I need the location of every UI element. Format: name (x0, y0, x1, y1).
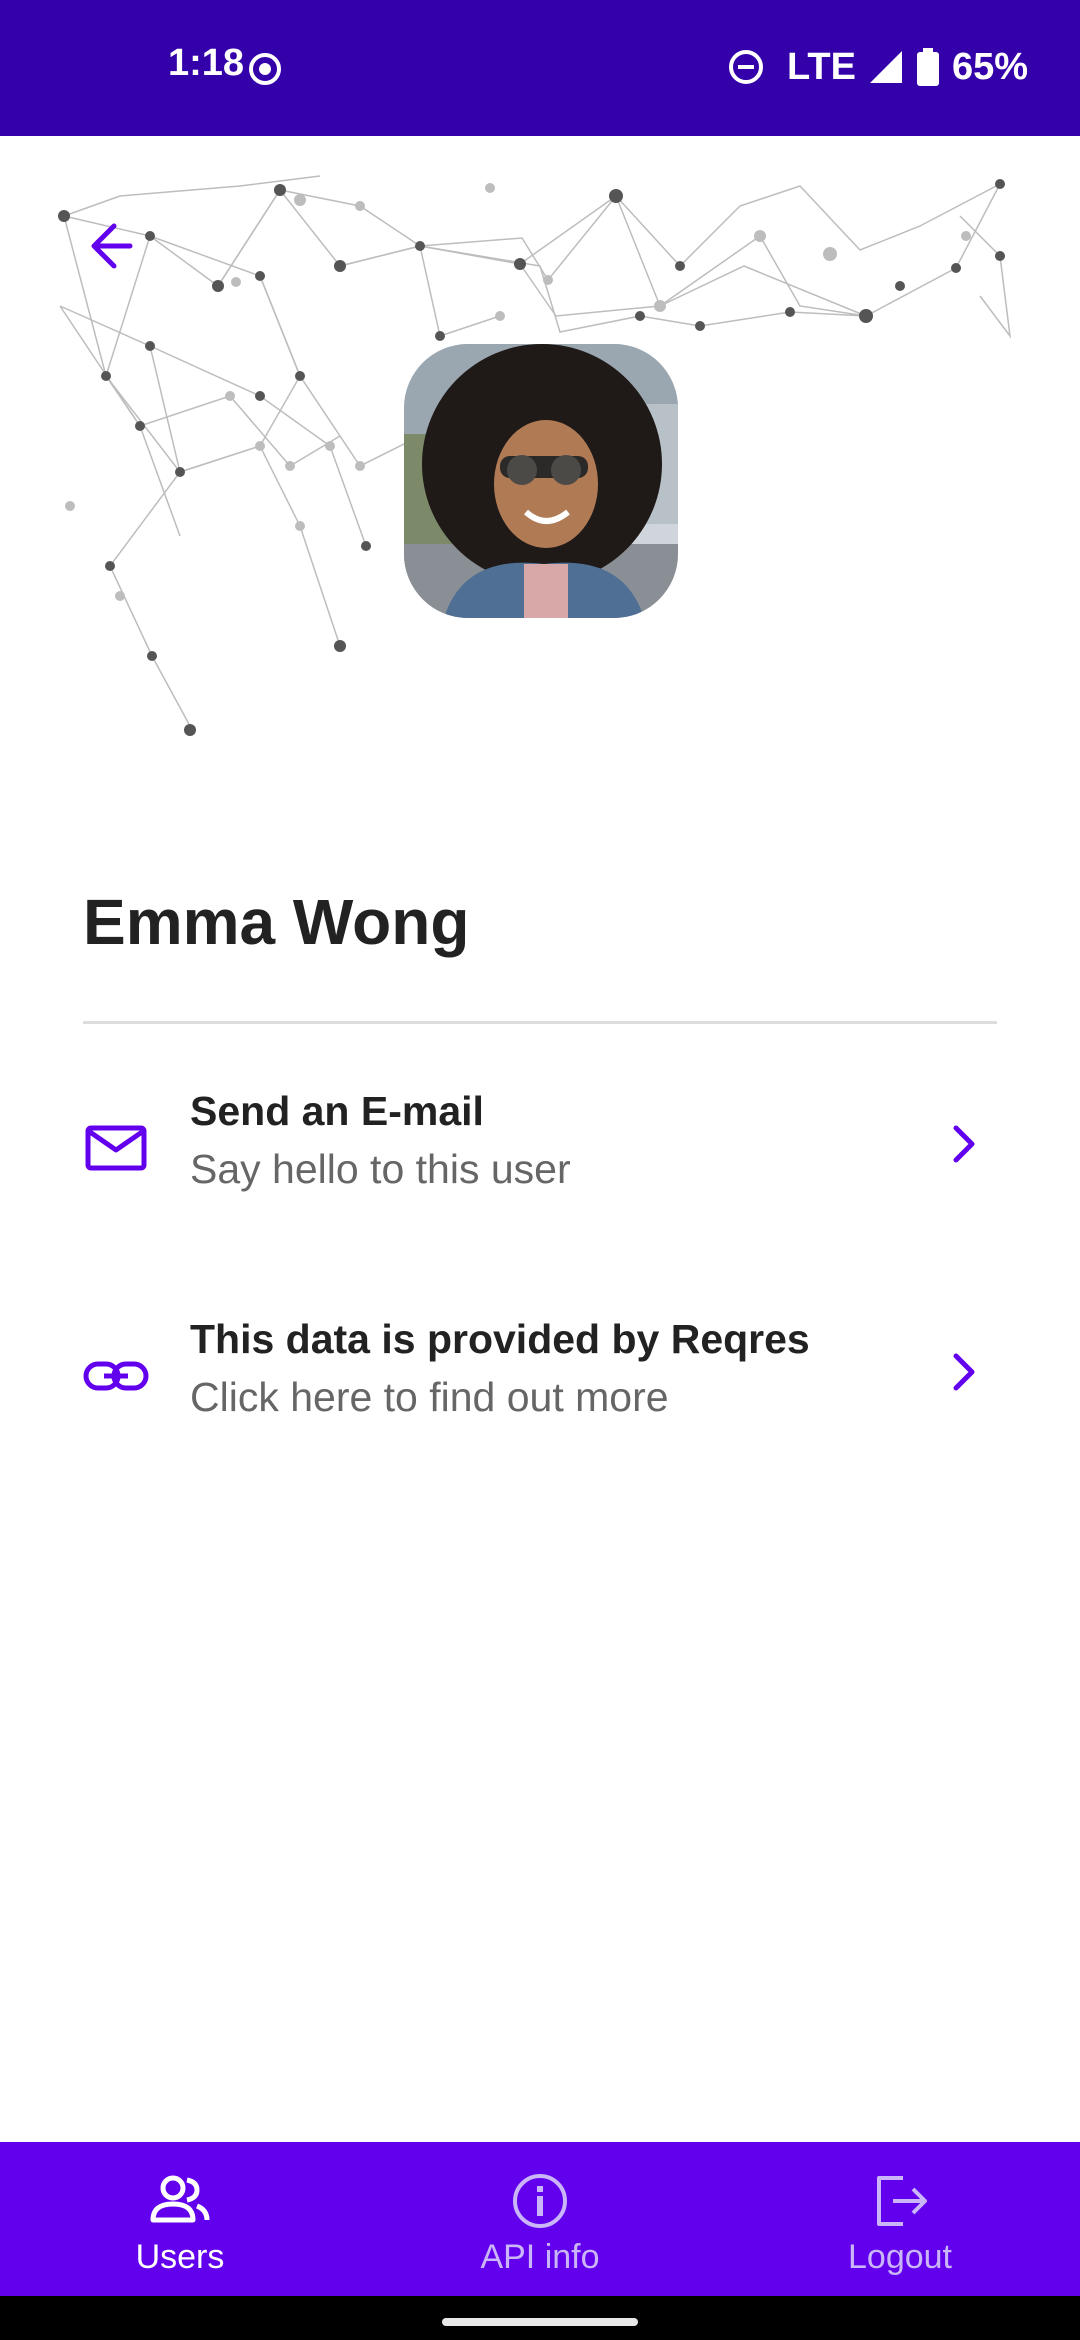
divider (83, 1021, 997, 1024)
do-not-disturb-icon (728, 50, 763, 84)
network-type: LTE (786, 45, 856, 88)
send-email-item[interactable]: Send an E-mail Say hello to this user (0, 1040, 1080, 1240)
mail-icon (85, 1125, 147, 1171)
reqres-link-item[interactable]: This data is provided by Reqres Click he… (0, 1268, 1080, 1468)
nav-label-api-info: API info (480, 2238, 600, 2276)
info-icon (513, 2174, 567, 2228)
bottom-navigation: Users API info Logout (0, 2142, 1080, 2296)
avatar (404, 344, 678, 618)
send-email-subtitle: Say hello to this user (190, 1146, 571, 1192)
chevron-right-icon (953, 1353, 975, 1391)
nav-item-users[interactable]: Users (0, 2142, 360, 2296)
status-bar: 1:18 LTE 65% (0, 0, 1080, 136)
reqres-link-subtitle: Click here to find out more (190, 1374, 669, 1420)
nav-item-api-info[interactable]: API info (360, 2142, 720, 2296)
nav-label-logout: Logout (848, 2238, 952, 2276)
nav-item-logout[interactable]: Logout (720, 2142, 1080, 2296)
logout-icon (877, 2176, 927, 2226)
send-email-title: Send an E-mail (190, 1088, 484, 1134)
status-indicators: LTE 65% (727, 42, 1028, 92)
chevron-right-icon (953, 1125, 975, 1163)
battery-icon (916, 48, 939, 86)
link-icon (83, 1361, 149, 1391)
avatar-image (404, 344, 678, 618)
status-time: 1:18 (168, 42, 245, 84)
battery-percent: 65% (951, 45, 1028, 88)
users-icon (150, 2175, 210, 2223)
home-gesture-handle[interactable] (442, 2318, 638, 2326)
user-name: Emma Wong (83, 886, 470, 958)
screen-record-icon (249, 53, 281, 85)
nav-label-users: Users (135, 2238, 225, 2276)
back-button[interactable] (80, 210, 152, 282)
signal-icon (869, 51, 902, 83)
reqres-link-title: This data is provided by Reqres (190, 1316, 810, 1362)
